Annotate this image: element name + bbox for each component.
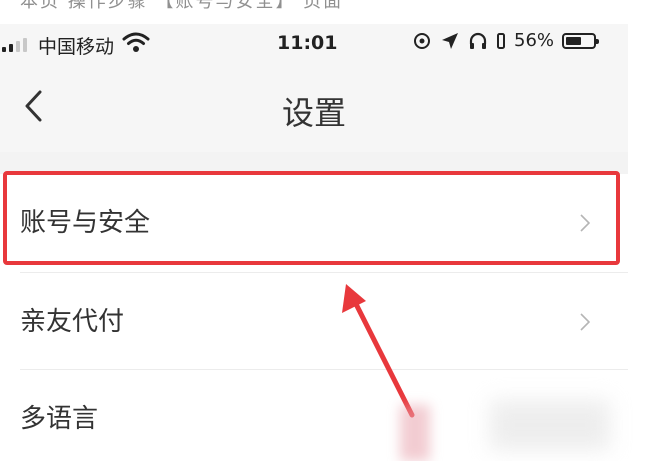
battery-percent: 56% — [514, 30, 555, 51]
settings-item-account-security[interactable]: 账号与安全 — [0, 174, 628, 272]
location-arrow-icon — [442, 32, 458, 49]
top-cropped-caption: 本页 操作步骤 【账号与安全】 页面 — [0, 0, 645, 24]
settings-item-label: 账号与安全 — [20, 208, 151, 238]
carrier-name: 中国移动 — [38, 36, 115, 58]
settings-item-family-pay[interactable]: 亲友代付 — [0, 273, 628, 371]
wifi-icon — [122, 32, 150, 52]
rotation-lock-icon — [497, 32, 505, 49]
navigation-bar: 设置 — [0, 66, 628, 152]
battery-icon — [562, 32, 600, 49]
status-bar: 中国移动 11:01 56% — [0, 24, 628, 66]
blurred-region — [490, 400, 610, 450]
chevron-right-icon — [580, 214, 590, 232]
location-lock-icon — [414, 32, 430, 49]
settings-item-label: 多语言 — [20, 404, 99, 434]
chevron-right-icon — [580, 313, 590, 331]
headphones-icon — [469, 32, 487, 49]
battery-fill — [566, 36, 582, 45]
settings-item-label: 亲友代付 — [20, 307, 125, 337]
status-icons-right: 56% — [412, 30, 600, 51]
page-title: 设置 — [281, 94, 346, 132]
caption-text: 本页 操作步骤 【账号与安全】 页面 — [20, 0, 344, 12]
section-spacer — [0, 152, 628, 174]
status-time: 11:01 — [277, 32, 338, 54]
phone-screen: 中国移动 11:01 56% 设置 账号与安全 亲友代付 多语言 — [0, 24, 628, 461]
signal-icon — [2, 38, 27, 52]
blurred-region — [400, 405, 430, 461]
